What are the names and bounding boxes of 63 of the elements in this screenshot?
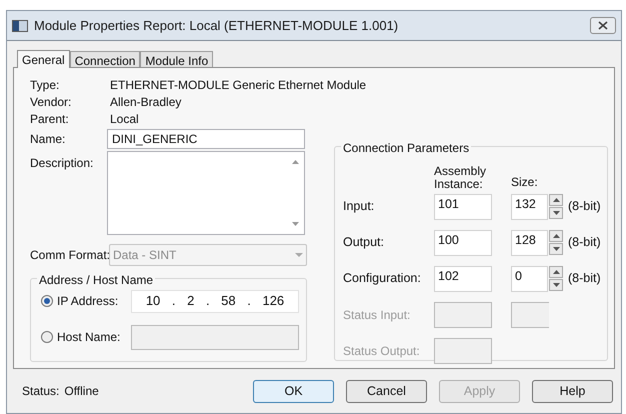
scroll-up-icon <box>292 160 299 164</box>
unit-label: (8-bit) <box>568 234 601 252</box>
ip-address-field[interactable]: 10 . 2 . 58 . 126 <box>131 290 299 312</box>
host-name-field[interactable] <box>131 324 299 350</box>
dialog-button[interactable]: OK <box>253 380 334 402</box>
down-arrow-icon <box>552 210 560 214</box>
up-arrow-icon <box>552 234 560 238</box>
field-label: Parent: <box>30 110 70 128</box>
radio-option[interactable]: IP Address: <box>41 292 131 310</box>
row-label: Configuration: <box>343 270 422 288</box>
spin-down-button[interactable] <box>549 278 563 290</box>
radio-button[interactable] <box>41 331 53 343</box>
spin-down-button[interactable] <box>549 206 563 218</box>
field-value: Allen-Bradley <box>110 94 182 110</box>
field-label: Comm Format: <box>30 247 109 264</box>
size-field[interactable]: 128 <box>511 230 548 256</box>
row-label: Status Output: <box>343 342 421 360</box>
row-label: Input: <box>343 198 376 216</box>
spin-up-button[interactable] <box>549 266 563 278</box>
field-value: ETHERNET-MODULE Generic Ethernet Module <box>110 76 366 94</box>
size-field[interactable] <box>511 302 549 328</box>
window-icon <box>12 20 28 32</box>
instance-field[interactable] <box>434 302 492 328</box>
radio-button[interactable] <box>41 295 53 307</box>
field-value: Local <box>110 110 139 128</box>
field-label: Description: <box>30 155 94 172</box>
field-label: Vendor: <box>30 94 72 110</box>
down-arrow-icon <box>552 282 560 286</box>
spin-down-button[interactable] <box>549 242 563 254</box>
column-header: Assembly Instance: <box>434 165 488 191</box>
row-label: Status Input: <box>343 306 412 324</box>
scroll-down-icon <box>292 222 299 226</box>
status-value: Offline <box>64 383 99 400</box>
close-icon <box>598 21 608 30</box>
size-field[interactable]: 132 <box>511 194 548 220</box>
dialog-button[interactable]: Help <box>532 380 613 402</box>
status-label: Status: <box>22 383 60 400</box>
down-arrow-icon <box>552 246 560 250</box>
spin-up-button[interactable] <box>549 230 563 242</box>
unit-label: (8-bit) <box>568 198 601 216</box>
instance-field[interactable]: 101 <box>434 194 492 220</box>
tab[interactable]: Connection <box>70 51 140 67</box>
name-field[interactable]: DINI_GENERIC <box>107 129 305 149</box>
instance-field[interactable]: 100 <box>434 230 492 256</box>
row-label: Output: <box>343 234 385 252</box>
field-label: Name: <box>30 131 66 148</box>
up-arrow-icon <box>552 198 560 202</box>
field-label: Type: <box>30 76 60 94</box>
dropdown-caret-icon <box>295 253 303 257</box>
dialog-button[interactable]: Cancel <box>346 380 427 402</box>
radio-option[interactable]: Host Name: <box>41 328 131 346</box>
spin-up-button[interactable] <box>549 194 563 206</box>
unit-label: (8-bit) <box>568 270 601 288</box>
close-button[interactable] <box>590 17 616 34</box>
up-arrow-icon <box>552 270 560 274</box>
description-field[interactable] <box>107 151 305 235</box>
column-header: Size: <box>511 176 538 191</box>
window-title: Module Properties Report: Local (ETHERNET-MODULE 1.001) <box>34 16 400 35</box>
tab[interactable]: Module Info <box>140 51 214 67</box>
instance-field[interactable] <box>434 338 492 364</box>
instance-field[interactable]: 102 <box>434 266 492 292</box>
tab[interactable]: General <box>17 50 70 68</box>
size-field[interactable]: 0 <box>511 266 548 292</box>
